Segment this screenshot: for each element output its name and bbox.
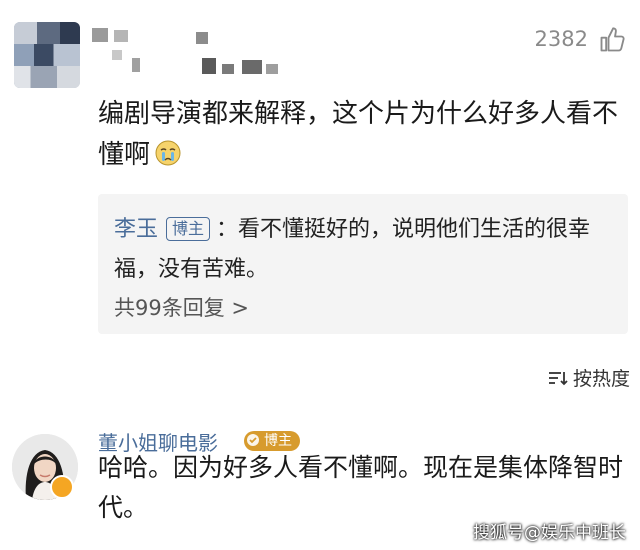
username-pixelated[interactable]	[92, 28, 282, 78]
blogger-badge-icon	[247, 434, 259, 446]
sort-by-hot-button[interactable]: 按热度	[547, 364, 630, 391]
sort-label: 按热度	[572, 368, 630, 390]
like-count: 2382	[534, 27, 588, 51]
reply-preview: 李玉 博主 ：看不懂挺好的，说明他们生活的很幸福，没有苦难。	[114, 210, 614, 290]
crying-face-emoji-icon	[155, 140, 181, 166]
comment-text: 编剧导演都来解释，这个片为什么好多人看不懂啊	[98, 99, 619, 170]
reply-author[interactable]: 李玉	[114, 217, 158, 242]
comment-text: 哈哈。因为好多人看不懂啊。现在是集体降智时代。	[98, 453, 624, 522]
author-badge: 博主	[166, 217, 211, 241]
thumb-up-icon[interactable]	[598, 26, 626, 54]
sort-icon	[548, 371, 568, 385]
watermark: 搜狐号@娱乐中班长	[473, 523, 626, 543]
view-replies-link[interactable]: 共99条回复 >	[114, 292, 249, 322]
user-avatar-pixelated[interactable]	[14, 22, 80, 88]
reply-separator: ：	[216, 217, 239, 242]
verified-badge-icon	[50, 475, 74, 499]
